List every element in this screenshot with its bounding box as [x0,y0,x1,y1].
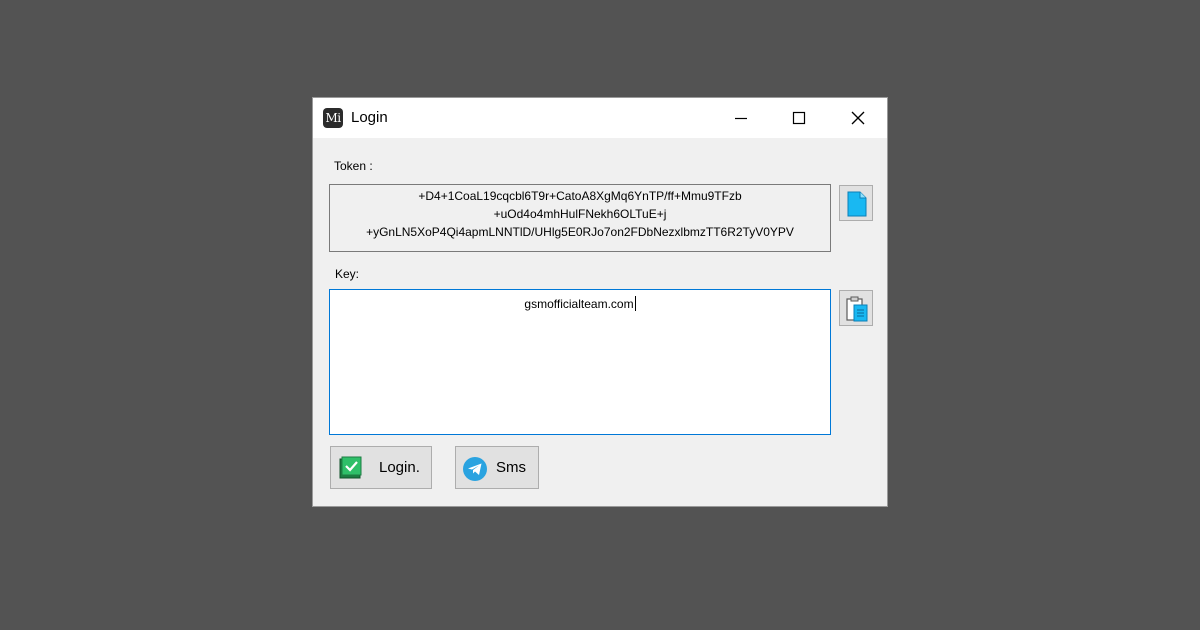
app-logo-icon: Mi [323,108,343,128]
sms-button[interactable]: Sms [455,446,539,489]
token-line: +uOd4o4mhHulFNekh6OLTuE+j [493,207,667,221]
token-line: +D4+1CoaL19cqcbl6T9r+CatoA8XgMq6YnTP/ff+… [418,189,742,203]
key-input[interactable]: gsmofficialteam.com [329,289,831,435]
login-button-label: Login. [379,459,420,476]
minimize-button[interactable] [718,98,764,138]
document-icon [847,191,867,217]
login-button[interactable]: Login. [330,446,432,489]
key-label: Key: [335,267,360,281]
key-value: gsmofficialteam.com [524,297,634,311]
maximize-icon [792,111,806,125]
window-title: Login [351,109,388,126]
close-icon [851,111,865,125]
paste-key-button[interactable] [839,290,873,326]
telegram-icon [463,457,487,481]
title-bar[interactable]: Mi Login [313,98,887,138]
checkmark-icon [339,456,362,479]
token-field[interactable]: +D4+1CoaL19cqcbl6T9r+CatoA8XgMq6YnTP/ff+… [329,184,831,252]
sms-button-label: Sms [496,459,526,476]
text-caret [634,296,636,311]
copy-token-button[interactable] [839,185,873,221]
minimize-icon [735,117,747,120]
close-button[interactable] [835,98,881,138]
maximize-button[interactable] [776,98,822,138]
clipboard-icon [846,296,868,322]
token-line: +yGnLN5XoP4Qi4apmLNNTlD/UHlg5E0RJo7on2FD… [366,225,794,239]
login-window: Mi Login Token : +D4+1CoaL19cqcbl6T9r+Ca… [312,97,888,507]
token-label: Token : [334,159,373,173]
